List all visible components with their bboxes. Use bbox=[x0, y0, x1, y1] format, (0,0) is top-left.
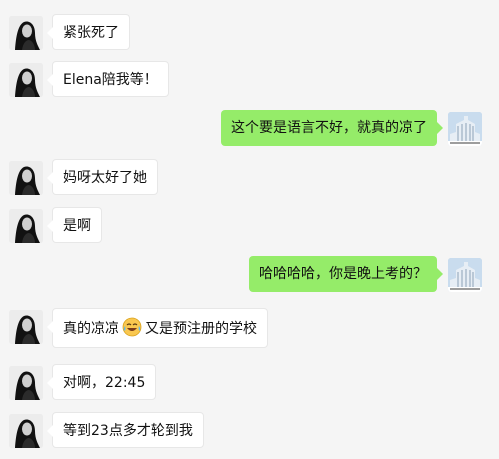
contact-avatar[interactable] bbox=[9, 63, 43, 97]
message-text: 又是预注册的学校 bbox=[145, 321, 257, 337]
tears-of-joy-emoji-icon bbox=[122, 313, 142, 337]
message-row: 真的凉凉 又是预注册的学校 bbox=[0, 308, 499, 348]
message-row: Elena陪我等！ bbox=[0, 61, 499, 101]
message-row: 哈哈哈哈，你是晚上考的？ bbox=[0, 256, 499, 296]
self-avatar[interactable] bbox=[448, 112, 482, 146]
message-bubble[interactable]: 是啊 bbox=[47, 207, 102, 243]
chat-message-list: 紧张死了 Elena陪我等！ 这个要是语言不好，就真的凉了 妈呀太好了她 是啊 … bbox=[0, 0, 499, 459]
message-row: 对啊，22:45 bbox=[0, 364, 499, 404]
message-row: 这个要是语言不好，就真的凉了 bbox=[0, 110, 499, 150]
contact-avatar[interactable] bbox=[9, 161, 43, 195]
message-row: 等到23点多才轮到我 bbox=[0, 412, 499, 452]
contact-avatar[interactable] bbox=[9, 209, 43, 243]
message-row: 紧张死了 bbox=[0, 14, 499, 54]
message-bubble[interactable]: Elena陪我等！ bbox=[47, 61, 169, 97]
message-text: 对啊，22:45 bbox=[63, 375, 146, 391]
message-text: 是啊 bbox=[63, 218, 91, 234]
message-text: 真的凉凉 bbox=[63, 321, 119, 337]
message-text: 紧张死了 bbox=[63, 25, 119, 41]
message-bubble[interactable]: 哈哈哈哈，你是晚上考的？ bbox=[249, 256, 443, 292]
message-bubble[interactable]: 这个要是语言不好，就真的凉了 bbox=[221, 110, 443, 146]
message-bubble[interactable]: 妈呀太好了她 bbox=[47, 159, 158, 195]
contact-avatar[interactable] bbox=[9, 310, 43, 344]
message-text: Elena陪我等！ bbox=[63, 72, 158, 88]
contact-avatar[interactable] bbox=[9, 366, 43, 400]
message-bubble[interactable]: 紧张死了 bbox=[47, 14, 130, 50]
message-bubble[interactable]: 等到23点多才轮到我 bbox=[47, 412, 204, 448]
contact-avatar[interactable] bbox=[9, 16, 43, 50]
message-row: 妈呀太好了她 bbox=[0, 159, 499, 199]
contact-avatar[interactable] bbox=[9, 414, 43, 448]
message-bubble[interactable]: 对啊，22:45 bbox=[46, 364, 157, 400]
message-bubble[interactable]: 真的凉凉 又是预注册的学校 bbox=[47, 308, 268, 348]
message-text: 等到23点多才轮到我 bbox=[63, 423, 193, 439]
message-text: 哈哈哈哈，你是晚上考的？ bbox=[259, 266, 427, 282]
message-row: 是啊 bbox=[0, 207, 499, 247]
self-avatar[interactable] bbox=[448, 258, 482, 292]
message-text: 这个要是语言不好，就真的凉了 bbox=[231, 120, 427, 136]
message-text: 妈呀太好了她 bbox=[63, 170, 147, 186]
